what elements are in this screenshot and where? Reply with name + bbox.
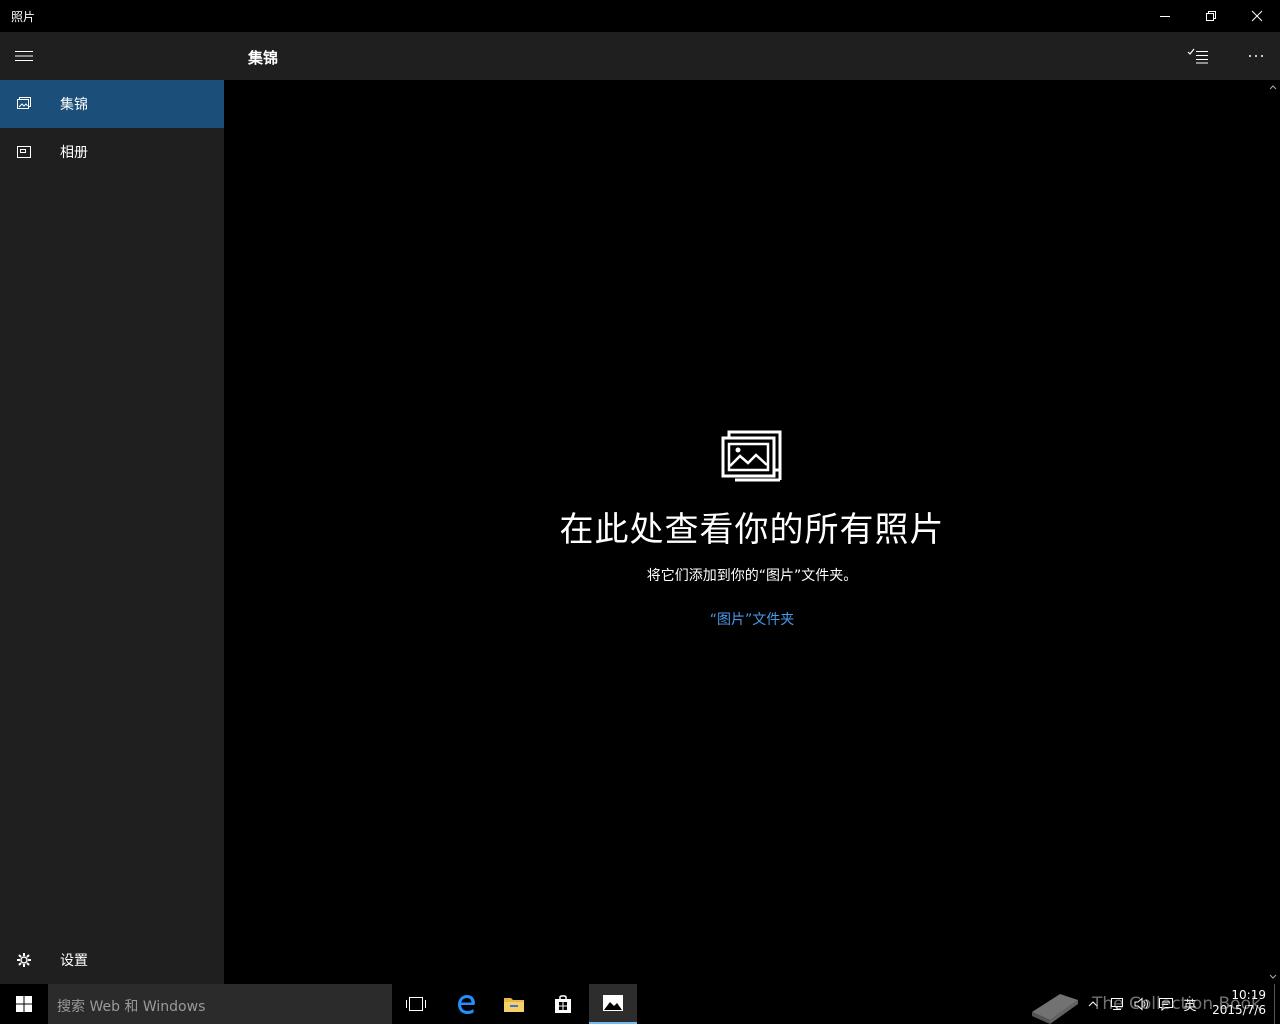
scroll-up-button[interactable]	[1266, 80, 1280, 94]
show-desktop-button[interactable]	[1274, 984, 1280, 1024]
file-explorer-icon	[504, 998, 524, 1012]
app-title: 照片	[11, 10, 36, 24]
photos-icon	[603, 995, 623, 1011]
title-bar: 照片	[0, 0, 1280, 32]
page-title: 集锦	[248, 49, 279, 67]
sidebar-item-label: 设置	[60, 953, 88, 969]
main-content: 在此处查看你的所有照片 将它们添加到你的“图片”文件夹。 “图片”文件夹	[224, 80, 1266, 984]
pictures-folder-link[interactable]: “图片”文件夹	[710, 609, 795, 629]
notification-icon	[1159, 998, 1173, 1011]
restore-button[interactable]	[1188, 0, 1234, 32]
chevron-down-icon	[1269, 974, 1277, 979]
sidebar-item-settings[interactable]: 设置	[0, 936, 224, 984]
gear-icon	[17, 953, 31, 967]
sidebar-item-label: 集锦	[60, 97, 88, 113]
empty-state-subtitle: 将它们添加到你的“图片”文件夹。	[646, 568, 858, 584]
close-icon	[1251, 10, 1263, 22]
edge-icon	[458, 995, 475, 1014]
hamburger-button[interactable]	[0, 32, 48, 80]
header-bar: 集锦	[224, 32, 1280, 80]
task-view-button[interactable]	[392, 984, 440, 1024]
close-button[interactable]	[1234, 0, 1280, 32]
store-button[interactable]	[539, 984, 587, 1024]
edge-button[interactable]	[442, 984, 490, 1024]
minimize-icon	[1160, 16, 1170, 17]
store-icon	[555, 995, 571, 1013]
taskbar: 搜索 Web 和 Windows 英 10:19 2015/7/6	[0, 984, 1280, 1024]
restore-icon	[1206, 11, 1216, 21]
more-icon	[1249, 55, 1263, 57]
sidebar-item-album[interactable]: 相册	[0, 128, 224, 176]
photos-button[interactable]	[589, 984, 637, 1024]
album-icon	[17, 146, 31, 158]
more-button[interactable]	[1232, 32, 1280, 80]
clock-time: 10:19	[1231, 988, 1266, 1002]
hamburger-icon	[15, 51, 33, 61]
chevron-up-icon	[1088, 1001, 1098, 1007]
start-button[interactable]	[0, 984, 48, 1024]
volume-button[interactable]	[1130, 984, 1154, 1024]
search-placeholder: 搜索 Web 和 Windows	[57, 999, 206, 1015]
tray-expand-button[interactable]	[1084, 984, 1102, 1024]
network-icon	[1111, 998, 1123, 1010]
empty-state-title: 在此处查看你的所有照片	[559, 510, 945, 550]
empty-state: 在此处查看你的所有照片 将它们添加到你的“图片”文件夹。 “图片”文件夹	[224, 430, 1280, 629]
chevron-up-icon	[1269, 85, 1277, 90]
minimize-button[interactable]	[1142, 0, 1188, 32]
ime-indicator[interactable]: 英	[1180, 984, 1200, 1024]
volume-icon	[1134, 997, 1148, 1011]
sidebar: 集锦 相册 设置	[0, 32, 224, 984]
action-center-button[interactable]	[1154, 984, 1178, 1024]
select-list-icon	[1187, 48, 1208, 64]
photos-stack-icon	[721, 430, 782, 482]
select-button[interactable]	[1174, 32, 1222, 80]
scroll-down-button[interactable]	[1266, 970, 1280, 984]
sidebar-item-label: 相册	[60, 145, 88, 161]
clock[interactable]: 10:19 2015/7/6	[1208, 988, 1266, 1018]
clock-date: 2015/7/6	[1212, 1003, 1266, 1017]
network-button[interactable]	[1106, 984, 1130, 1024]
scrollbar[interactable]	[1266, 80, 1280, 984]
search-input[interactable]: 搜索 Web 和 Windows	[48, 984, 392, 1024]
collection-icon	[17, 97, 31, 109]
file-explorer-button[interactable]	[490, 984, 538, 1024]
windows-logo-icon	[16, 996, 32, 1012]
sidebar-item-collection[interactable]: 集锦	[0, 80, 224, 128]
task-view-icon	[406, 997, 426, 1011]
